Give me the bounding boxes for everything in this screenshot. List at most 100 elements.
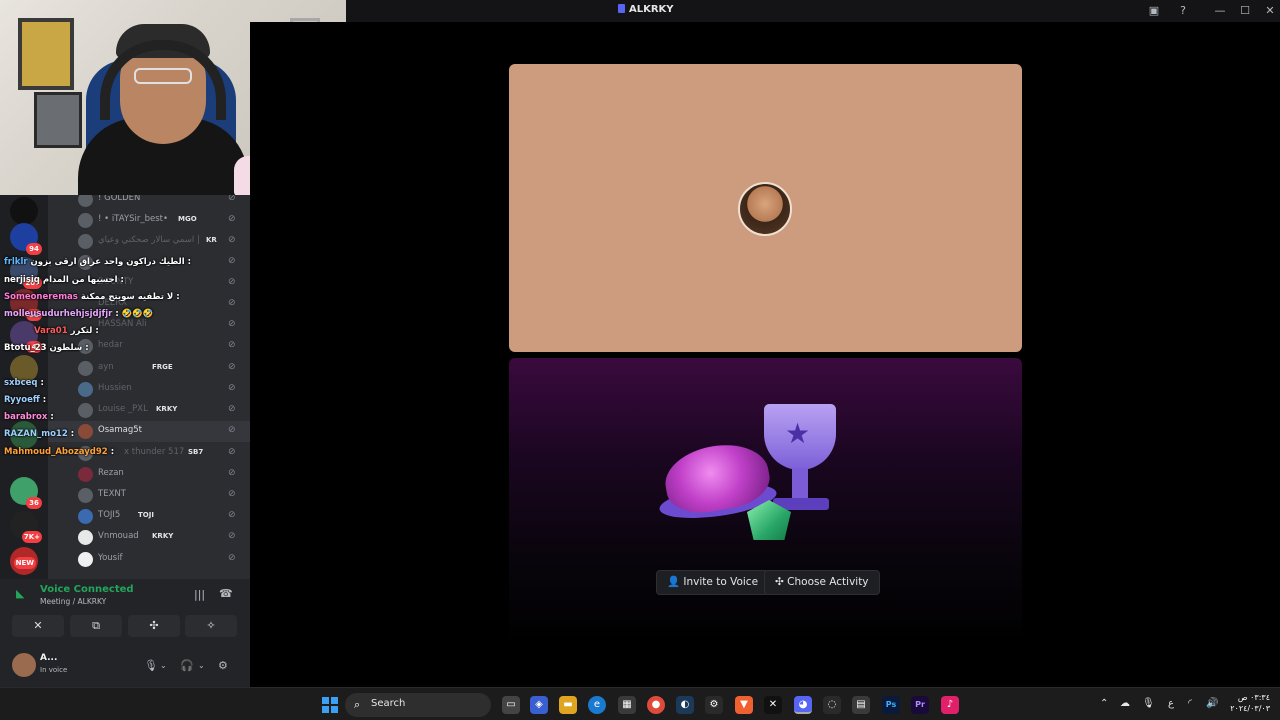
avatar [78, 361, 93, 376]
unread-badge: 7K+ [21, 531, 42, 543]
camera-button[interactable]: ✕ [12, 615, 64, 637]
chevron-up-icon[interactable]: ⌃ [1100, 698, 1108, 709]
deafened-icon: ⊘ [228, 319, 236, 329]
store-icon[interactable]: ▦ [618, 696, 636, 714]
server-icon[interactable]: 36 [10, 477, 42, 509]
capcut-icon[interactable]: ✕ [764, 696, 782, 714]
chevron-down-icon[interactable]: ⌄ [198, 661, 205, 670]
clock[interactable]: ٠٣:٣٤ ص ٢٠٢٤/٠٣/٠٣ [1226, 692, 1270, 714]
premiere-icon[interactable]: Pr [911, 696, 929, 714]
microphone-tray-icon[interactable]: 🎙 [1142, 698, 1155, 709]
minimize-button[interactable]: — [1212, 3, 1228, 19]
screen-share-button[interactable]: ⧉ [70, 615, 122, 637]
voice-member[interactable]: TOJI5 TOJI ⊘ [48, 506, 250, 527]
participant-tile[interactable] [509, 64, 1022, 352]
windows-start-icon[interactable] [322, 697, 338, 713]
chevron-down-icon[interactable]: ⌄ [160, 661, 167, 670]
server-icon[interactable]: 7K+ [10, 511, 42, 543]
avatar [78, 195, 93, 207]
trophy-stem [792, 468, 808, 502]
member-name: x thunder 517 [124, 447, 185, 457]
voice-member[interactable]: Osamag5t ⊘ [48, 421, 250, 442]
steam-icon[interactable]: ◐ [676, 696, 694, 714]
discord-sidebar: 94 207 22 4 36 7K+ NEW ! GOLDEN ⊘ ! • iTA… [0, 195, 250, 687]
voice-member[interactable]: Hussien ⊘ [48, 379, 250, 400]
voice-member[interactable]: ! GOLDEN ⊘ [48, 195, 250, 210]
deafened-icon: ⊘ [228, 256, 236, 266]
noise-suppression-icon[interactable]: ||| [194, 588, 205, 601]
volume-icon[interactable]: 🔊 [1206, 698, 1218, 709]
voice-connected-status: Voice Connected [40, 584, 134, 595]
chat-username: Mahmoud_Abozayd92 [4, 447, 108, 457]
deafened-icon: ⊘ [228, 340, 236, 350]
avatar [78, 509, 93, 524]
member-name: Vnmouad [98, 531, 139, 541]
inbox-icon[interactable]: ▣ [1146, 3, 1162, 19]
voice-channel-path[interactable]: Meeting / ALKRKY [40, 597, 106, 606]
avatar [78, 424, 93, 439]
deafened-icon: ⊘ [228, 404, 236, 414]
gear-icon[interactable]: ⚙ [218, 659, 228, 672]
voice-connection-panel: ◣ Voice Connected Meeting / ALKRKY ||| ☎… [0, 579, 250, 687]
member-name: Yousif [98, 553, 123, 563]
chat-text: : [42, 395, 47, 405]
chat-message: RAZAN_mo12 : [4, 429, 74, 439]
maximize-button[interactable]: ☐ [1237, 3, 1253, 19]
headphones-icon[interactable]: 🎧 [180, 659, 194, 672]
deafened-icon: ⊘ [228, 383, 236, 393]
chat-message: sxbceq : [4, 378, 44, 388]
app-icon[interactable]: ▤ [852, 696, 870, 714]
avatar [78, 467, 93, 482]
voice-member[interactable]: ! • iTAYSir_best• MGO ⊘ [48, 210, 250, 231]
unread-badge: 94 [26, 243, 42, 255]
server-icon[interactable]: NEW [10, 547, 38, 575]
voice-member[interactable]: اسمي سالار صحكني وعياي | KR ⊘ [48, 231, 250, 252]
voice-member[interactable]: ayn FRGE ⊘ [48, 358, 250, 379]
voice-member[interactable]: Rezan ⊘ [48, 464, 250, 485]
voice-member[interactable]: TEXNT ⊘ [48, 485, 250, 506]
soundboard-button[interactable]: ✧ [185, 615, 237, 637]
disconnect-icon[interactable]: ☎ [219, 587, 233, 600]
signal-icon[interactable]: ◣ [16, 587, 24, 600]
gold-play-button-plaque [18, 18, 74, 90]
member-name: اسمي سالار صحكني وعياي | [98, 235, 200, 245]
app-icon[interactable]: ◌ [823, 696, 841, 714]
microphone-icon[interactable]: 🎙 [144, 659, 158, 672]
edge-icon[interactable]: e [588, 696, 606, 714]
member-name: Rezan [98, 468, 124, 478]
wifi-icon[interactable]: ◜ [1188, 698, 1192, 709]
chrome-icon[interactable]: ● [647, 696, 665, 714]
server-icon[interactable]: 94 [10, 223, 42, 255]
discord-taskbar-icon[interactable]: ◕ [794, 696, 812, 714]
discord-logo-icon [618, 4, 625, 13]
brave-icon[interactable]: ▼ [735, 696, 753, 714]
photoshop-icon[interactable]: Ps [882, 696, 900, 714]
user-avatar[interactable] [12, 653, 36, 677]
chat-text: احسبها من المدام : [42, 275, 124, 285]
deafened-icon: ⊘ [228, 298, 236, 308]
activity-panel: ★ 👤 Invite to Voice ✣ Choose Activity [509, 358, 1022, 646]
choose-activity-button[interactable]: ✣ Choose Activity [764, 570, 880, 595]
member-name: Louise _PXL [98, 404, 148, 414]
avatar [78, 403, 93, 418]
close-button[interactable]: ✕ [1262, 3, 1278, 19]
voice-member[interactable]: Vnmouad KRKY ⊘ [48, 527, 250, 548]
server-icon[interactable] [10, 197, 38, 225]
voice-member[interactable]: Yousif ⊘ [48, 549, 250, 570]
cloud-icon[interactable]: ☁ [1120, 698, 1130, 709]
language-icon[interactable]: ع [1168, 698, 1174, 709]
task-view-icon[interactable]: ▭ [502, 696, 520, 714]
settings-app-icon[interactable]: ⚙ [705, 696, 723, 714]
help-icon[interactable]: ? [1175, 3, 1191, 19]
add-user-icon: 👤 [667, 576, 681, 588]
copilot-icon[interactable]: ◈ [530, 696, 548, 714]
chat-message: Vara01 لتكرر : [34, 326, 99, 336]
voice-member[interactable]: Louise _PXL KRKY ⊘ [48, 400, 250, 421]
taskbar-search[interactable]: ⌕ Search [345, 693, 491, 717]
tiktok-icon[interactable]: ♪ [941, 696, 959, 714]
chat-message: Btotu_23 سلطون : [4, 343, 89, 353]
file-explorer-icon[interactable]: ▬ [559, 696, 577, 714]
star-icon: ★ [785, 417, 811, 450]
invite-to-voice-button[interactable]: 👤 Invite to Voice [656, 570, 770, 595]
activity-button[interactable]: ✣ [128, 615, 180, 637]
